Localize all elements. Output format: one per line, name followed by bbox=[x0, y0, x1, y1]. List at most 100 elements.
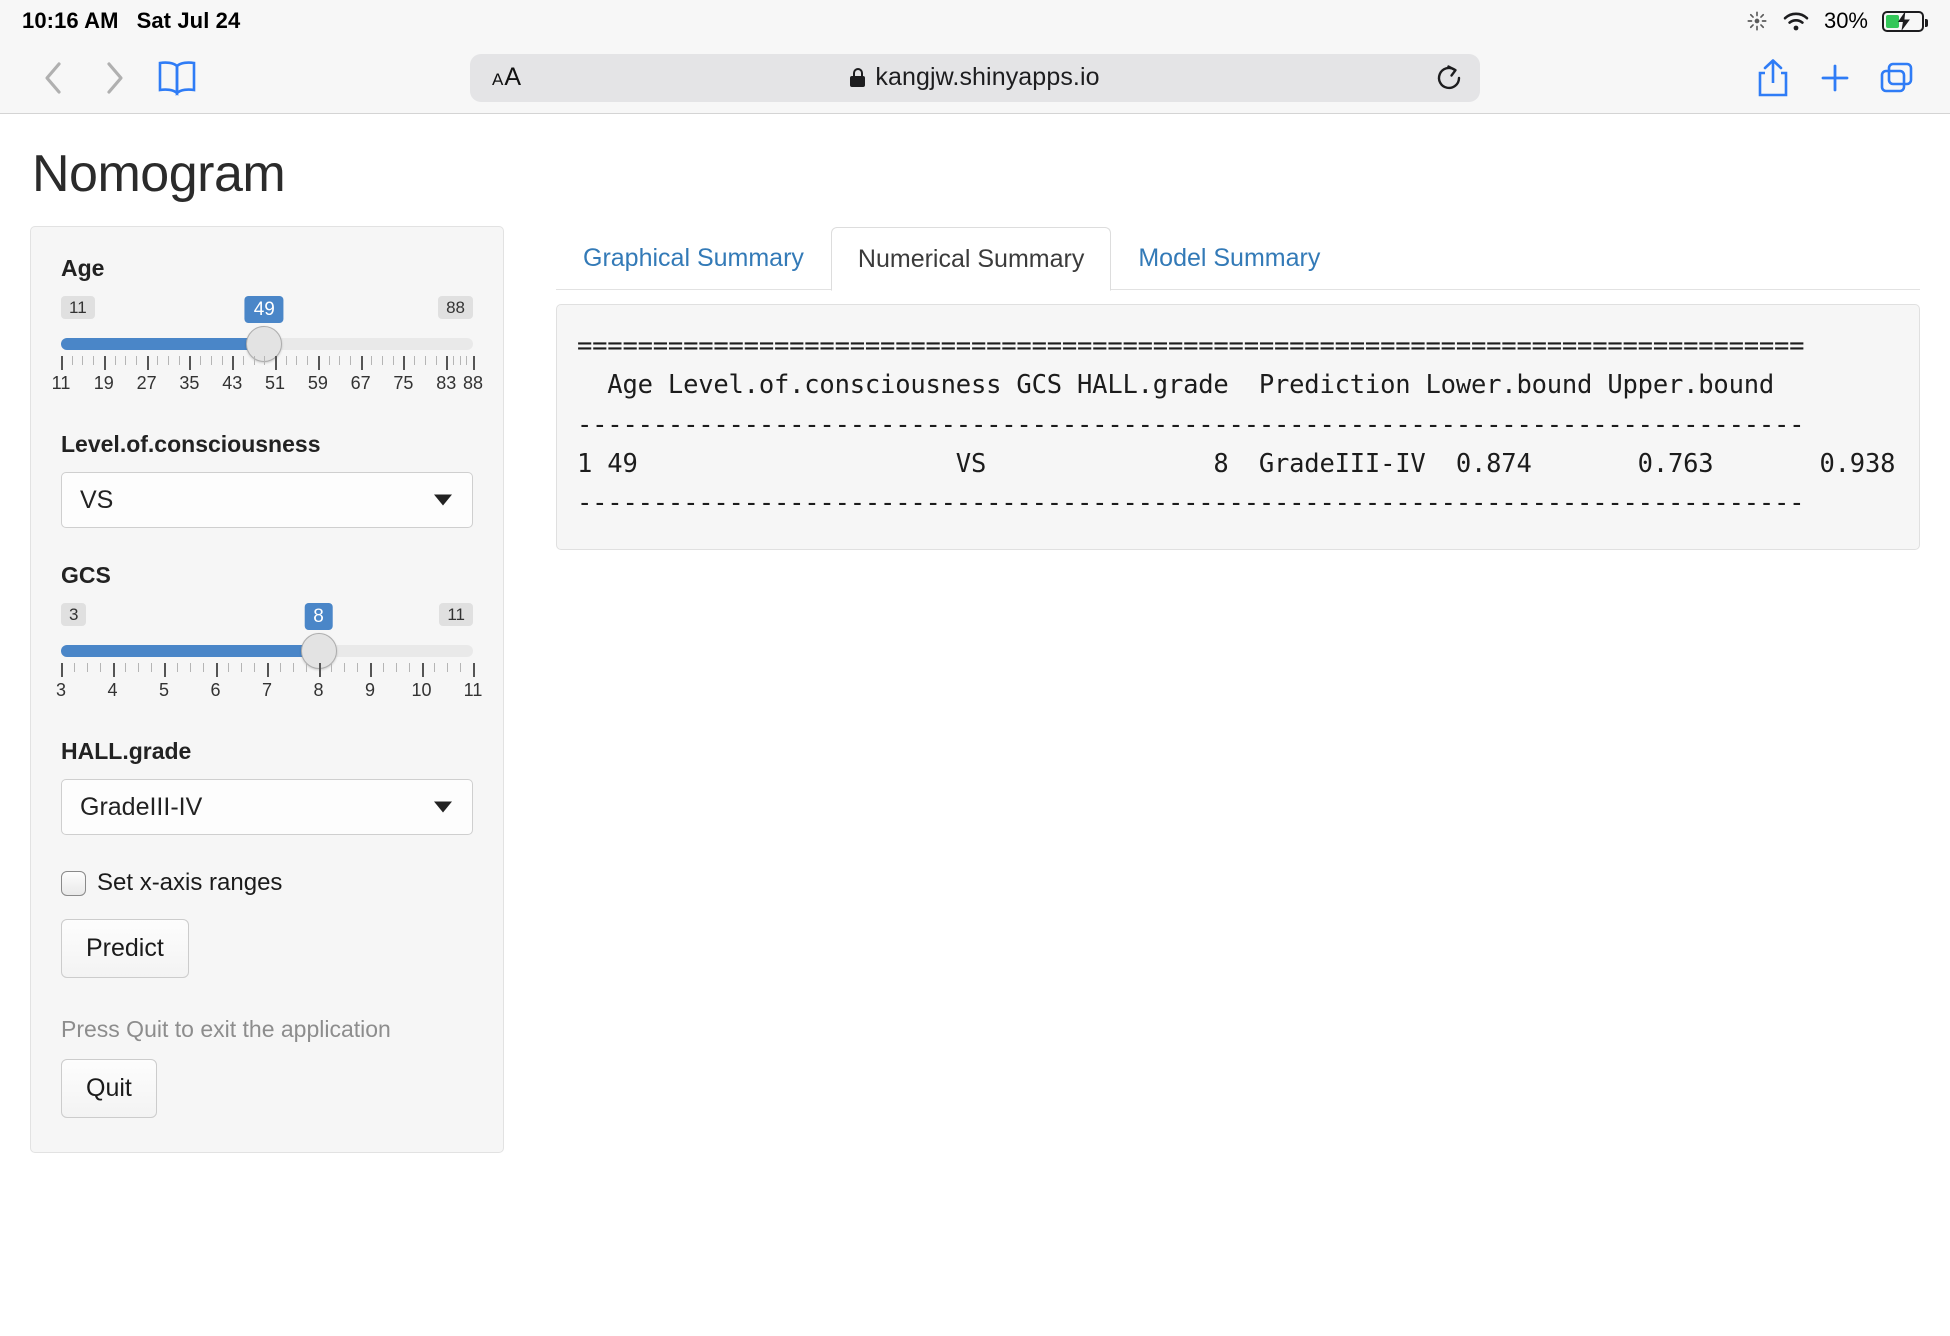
consciousness-select[interactable]: VS bbox=[61, 472, 473, 528]
tick-minor bbox=[280, 663, 281, 672]
tick-major bbox=[319, 663, 321, 677]
tick-major bbox=[403, 356, 405, 370]
tick-label: 4 bbox=[107, 680, 117, 701]
tick-minor bbox=[138, 663, 139, 672]
hall-grade-select[interactable]: GradeIII-IV bbox=[61, 779, 473, 835]
status-date: Sat Jul 24 bbox=[137, 8, 241, 34]
age-slider-captions: 11 49 88 bbox=[61, 296, 473, 326]
forward-chevron-icon[interactable] bbox=[84, 53, 146, 103]
tick-label: 11 bbox=[464, 680, 483, 701]
tick-minor bbox=[460, 663, 461, 672]
tick-minor bbox=[466, 356, 467, 365]
new-tab-icon[interactable] bbox=[1804, 53, 1866, 103]
gcs-min-label: 3 bbox=[61, 603, 86, 626]
tick-label: 3 bbox=[56, 680, 66, 701]
tick-minor bbox=[228, 663, 229, 672]
numerical-summary-output: ========================================… bbox=[556, 304, 1920, 550]
text-size-icon[interactable]: AA bbox=[492, 63, 521, 92]
safari-toolbar: AA kangjw.shinyapps.io bbox=[0, 42, 1950, 114]
tick-minor bbox=[203, 663, 204, 672]
tick-label: 35 bbox=[179, 373, 199, 394]
hall-grade-value: GradeIII-IV bbox=[80, 793, 202, 822]
tick-minor bbox=[434, 663, 435, 672]
share-icon[interactable] bbox=[1742, 53, 1804, 103]
url-bar[interactable]: AA kangjw.shinyapps.io bbox=[470, 54, 1480, 102]
output-row: 1 49 VS 8 GradeIII-IV 0.874 0.763 0.938 bbox=[577, 445, 1899, 484]
age-track-fill bbox=[61, 338, 264, 350]
tab-overview-icon[interactable] bbox=[1866, 53, 1928, 103]
set-x-axis-row[interactable]: Set x-axis ranges bbox=[61, 869, 473, 897]
gcs-max-label: 11 bbox=[439, 603, 473, 626]
page-title: Nomogram bbox=[32, 144, 1950, 204]
back-chevron-icon[interactable] bbox=[22, 53, 84, 103]
tick-minor bbox=[414, 356, 415, 365]
tick-minor bbox=[329, 356, 330, 365]
tick-minor bbox=[211, 356, 212, 365]
sidebar-panel: Age 11 49 88 1119273543515967758388 Leve… bbox=[30, 226, 504, 1153]
tick-minor bbox=[82, 356, 83, 365]
age-tick-marks bbox=[61, 356, 473, 370]
gcs-label: GCS bbox=[61, 562, 473, 589]
chevron-down-icon bbox=[434, 495, 452, 506]
tick-label: 19 bbox=[94, 373, 114, 394]
gcs-slider-track[interactable] bbox=[61, 641, 473, 661]
tick-label: 10 bbox=[411, 680, 431, 701]
text-size-small: A bbox=[492, 70, 503, 90]
tick-minor bbox=[222, 356, 223, 365]
quit-help-text: Press Quit to exit the application bbox=[61, 1016, 473, 1043]
gcs-tick-marks bbox=[61, 663, 473, 677]
tab-numerical-summary[interactable]: Numerical Summary bbox=[831, 227, 1111, 291]
tick-minor bbox=[200, 356, 201, 365]
status-time: 10:16 AM bbox=[22, 8, 119, 34]
age-slider-track[interactable] bbox=[61, 334, 473, 354]
predict-button[interactable]: Predict bbox=[61, 919, 189, 978]
tick-minor bbox=[243, 356, 244, 365]
tick-minor bbox=[190, 663, 191, 672]
tick-major bbox=[216, 663, 218, 677]
tab-graphical-summary[interactable]: Graphical Summary bbox=[556, 226, 831, 290]
tick-label: 88 bbox=[463, 373, 483, 394]
tick-minor bbox=[115, 356, 116, 365]
tick-major bbox=[232, 356, 234, 370]
lock-icon bbox=[850, 68, 865, 87]
tick-minor bbox=[393, 356, 394, 365]
consciousness-label: Level.of.consciousness bbox=[61, 431, 473, 458]
tick-minor bbox=[460, 356, 461, 365]
tick-minor bbox=[177, 663, 178, 672]
output-rule-top: ========================================… bbox=[577, 327, 1899, 366]
age-tick-labels: 1119273543515967758388 bbox=[61, 373, 473, 397]
tick-major bbox=[267, 663, 269, 677]
tab-bar: Graphical SummaryNumerical SummaryModel … bbox=[556, 226, 1920, 290]
tick-minor bbox=[409, 663, 410, 672]
battery-percentage: 30% bbox=[1824, 8, 1868, 34]
set-x-axis-checkbox[interactable] bbox=[61, 871, 86, 896]
chevron-down-icon bbox=[434, 802, 452, 813]
set-x-axis-label: Set x-axis ranges bbox=[97, 869, 282, 897]
page-content: Nomogram Age 11 49 88 111927354351596775… bbox=[0, 144, 1950, 1336]
tick-label: 7 bbox=[262, 680, 272, 701]
tick-major bbox=[370, 663, 372, 677]
tick-label: 8 bbox=[313, 680, 323, 701]
output-header: Age Level.of.consciousness GCS HALL.grad… bbox=[577, 366, 1899, 405]
url-text: kangjw.shinyapps.io bbox=[875, 63, 1099, 92]
text-size-large: A bbox=[504, 63, 521, 92]
age-slider-group: Age 11 49 88 1119273543515967758388 bbox=[61, 255, 473, 397]
output-rule-bottom: ----------------------------------------… bbox=[577, 484, 1899, 523]
bookmarks-icon[interactable] bbox=[146, 53, 208, 103]
tick-minor bbox=[293, 663, 294, 672]
quit-button[interactable]: Quit bbox=[61, 1059, 157, 1118]
brightness-icon bbox=[1746, 10, 1768, 32]
tick-minor bbox=[357, 663, 358, 672]
tick-minor bbox=[383, 663, 384, 672]
reload-icon[interactable] bbox=[1428, 57, 1470, 99]
gcs-tick-labels: 34567891011 bbox=[61, 680, 473, 704]
tick-minor bbox=[425, 356, 426, 365]
tick-minor bbox=[344, 663, 345, 672]
age-value-badge: 49 bbox=[245, 296, 284, 323]
age-label: Age bbox=[61, 255, 473, 282]
battery-icon bbox=[1882, 11, 1924, 32]
tick-major bbox=[147, 356, 149, 370]
tick-minor bbox=[151, 663, 152, 672]
tab-model-summary[interactable]: Model Summary bbox=[1111, 226, 1347, 290]
consciousness-group: Level.of.consciousness VS bbox=[61, 431, 473, 528]
